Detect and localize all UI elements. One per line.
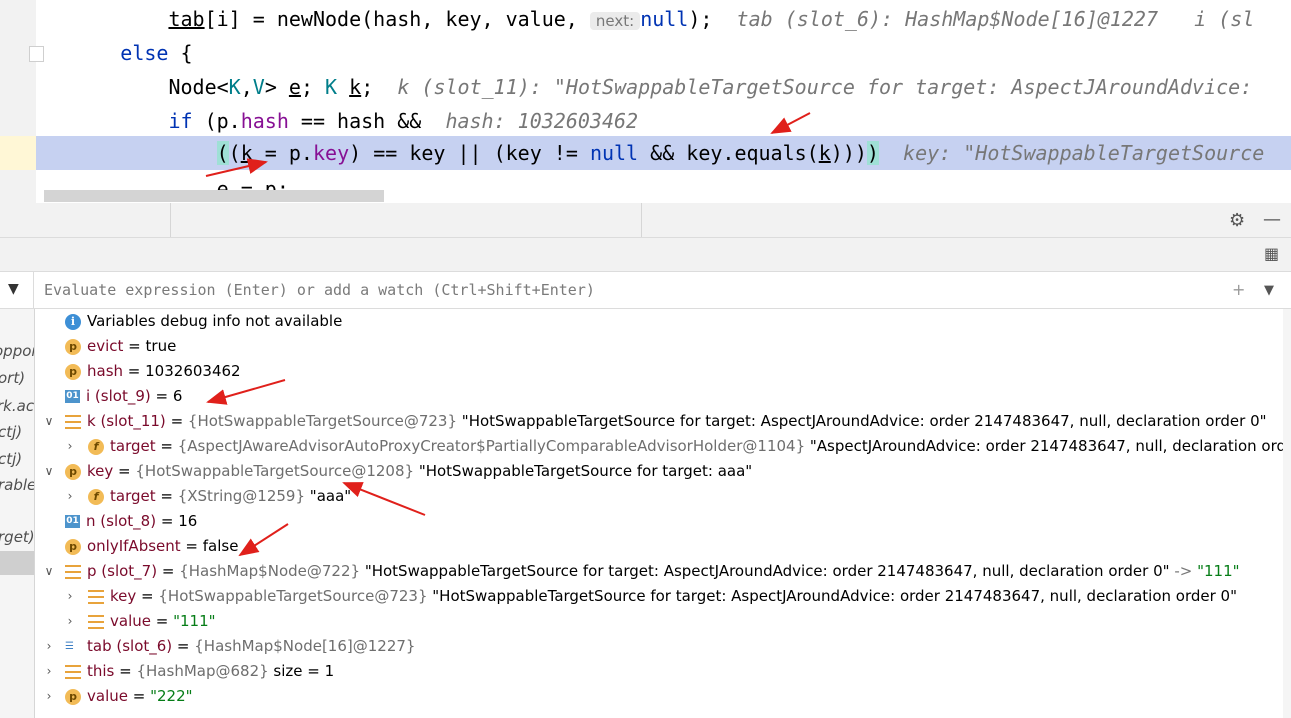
- divider: [33, 272, 34, 308]
- editor-gutter: [0, 0, 36, 203]
- tab-strip-segment[interactable]: [171, 203, 642, 237]
- variable-row[interactable]: key = {HotSwappableTargetSource@723} "Ho…: [88, 584, 1237, 609]
- chevron-down-icon[interactable]: ∨: [42, 559, 56, 584]
- inline-debug-value: hash: 1032603462: [445, 109, 639, 133]
- current-line-gutter: [0, 136, 36, 170]
- chevron-down-icon[interactable]: ▼: [8, 281, 19, 297]
- variable-row[interactable]: p key = {HotSwappableTargetSource@1208} "…: [65, 459, 752, 484]
- object-icon: [88, 614, 104, 629]
- vertical-scrollbar[interactable]: [1283, 309, 1291, 718]
- parameter-icon: p: [65, 538, 81, 555]
- frame-item[interactable]: ctj): [0, 423, 22, 441]
- variables-panel: i Variables debug info not available p evi…: [35, 309, 1291, 718]
- code-line-2: else {: [120, 41, 193, 65]
- object-icon: [65, 564, 81, 579]
- code-line-5-current: ((k = p.key) == key || (key != null && k…: [36, 136, 1291, 170]
- variable-row[interactable]: p (slot_7) = {HashMap$Node@722} "HotSwap…: [65, 559, 1240, 584]
- code-line-3: Node<K,V> e; K k; k (slot_11): "HotSwapp…: [168, 75, 1253, 99]
- frame-item[interactable]: rget): [0, 528, 34, 546]
- debug-tool-strip: [0, 203, 1291, 238]
- frame-item[interactable]: rk.ac: [0, 397, 34, 415]
- frame-item[interactable]: ctj): [0, 450, 22, 468]
- code-editor[interactable]: tab[i] = newNode(hash, key, value, next:…: [0, 0, 1291, 203]
- horizontal-scrollbar[interactable]: [44, 190, 384, 202]
- chevron-down-icon[interactable]: ∨: [42, 409, 56, 434]
- gear-icon[interactable]: ⚙: [1229, 210, 1245, 231]
- field-icon: f: [88, 488, 104, 505]
- inline-debug-value: tab (slot_6): HashMap$Node[16]@1227 i (s…: [736, 7, 1255, 31]
- array-icon: ☰: [65, 640, 74, 652]
- inline-debug-value: key: "HotSwappableTargetSource: [903, 141, 1265, 165]
- layout-icon[interactable]: ▦: [1264, 244, 1279, 263]
- variable-row[interactable]: i Variables debug info not available: [65, 309, 342, 334]
- chevron-right-icon[interactable]: ›: [63, 484, 77, 509]
- variable-row[interactable]: value = "111": [88, 609, 216, 634]
- local-variable-icon: 01: [65, 390, 80, 403]
- evaluate-expression-input[interactable]: [40, 277, 1208, 303]
- frame-item[interactable]: ort): [0, 369, 25, 387]
- tab-strip-segment[interactable]: [0, 203, 171, 237]
- variable-row[interactable]: k (slot_11) = {HotSwappableTargetSource@…: [65, 409, 1267, 434]
- parameter-icon: p: [65, 688, 81, 705]
- object-icon: [65, 414, 81, 429]
- parameter-hint: next:: [589, 12, 641, 30]
- object-icon: [65, 664, 81, 679]
- variable-row[interactable]: p value = "222": [65, 684, 193, 709]
- field-icon: f: [88, 438, 104, 455]
- code-line-4: if (p.hash == hash && hash: 1032603462: [168, 109, 639, 133]
- chevron-right-icon[interactable]: ›: [42, 659, 56, 684]
- variable-row[interactable]: p onlyIfAbsent = false: [65, 534, 238, 559]
- variable-row[interactable]: this = {HashMap@682} size = 1: [65, 659, 334, 684]
- chevron-down-icon[interactable]: ▼: [1264, 283, 1274, 298]
- chevron-right-icon[interactable]: ›: [42, 684, 56, 709]
- variable-row[interactable]: 01 i (slot_9) = 6: [65, 384, 182, 409]
- chevron-right-icon[interactable]: ›: [63, 434, 77, 459]
- code-line-1: tab[i] = newNode(hash, key, value, next:…: [168, 7, 1255, 31]
- debug-toolbar: [0, 238, 1291, 272]
- parameter-icon: p: [65, 338, 81, 355]
- frame-item[interactable]: oppora: [0, 342, 34, 360]
- variable-row[interactable]: f target = {AspectJAwareAdvisorAutoProxyC…: [88, 434, 1291, 459]
- chevron-down-icon[interactable]: ∨: [42, 459, 56, 484]
- frames-panel: oppora ort) rk.ac ctj) ctj) rable rget): [0, 309, 35, 718]
- chevron-right-icon[interactable]: ›: [63, 609, 77, 634]
- chevron-right-icon[interactable]: ›: [42, 634, 56, 659]
- variable-row[interactable]: p hash = 1032603462: [65, 359, 241, 384]
- variable-row[interactable]: p evict = true: [65, 334, 176, 359]
- minimize-icon[interactable]: —: [1263, 209, 1281, 230]
- add-watch-icon[interactable]: +: [1232, 280, 1245, 299]
- local-variable-icon: 01: [65, 515, 80, 528]
- object-icon: [88, 589, 104, 604]
- frame-item[interactable]: rable: [0, 476, 34, 494]
- inline-debug-value: k (slot_11): "HotSwappableTargetSource f…: [397, 75, 1253, 99]
- variable-row[interactable]: f target = {XString@1259} "aaa": [88, 484, 351, 509]
- chevron-right-icon[interactable]: ›: [63, 584, 77, 609]
- info-icon: i: [65, 313, 81, 330]
- frame-item-selected[interactable]: [0, 551, 34, 575]
- parameter-icon: p: [65, 363, 81, 380]
- variable-row[interactable]: 01 n (slot_8) = 16: [65, 509, 197, 534]
- parameter-icon: p: [65, 463, 81, 480]
- variable-row[interactable]: ☰ tab (slot_6) = {HashMap$Node[16]@1227}: [65, 634, 415, 659]
